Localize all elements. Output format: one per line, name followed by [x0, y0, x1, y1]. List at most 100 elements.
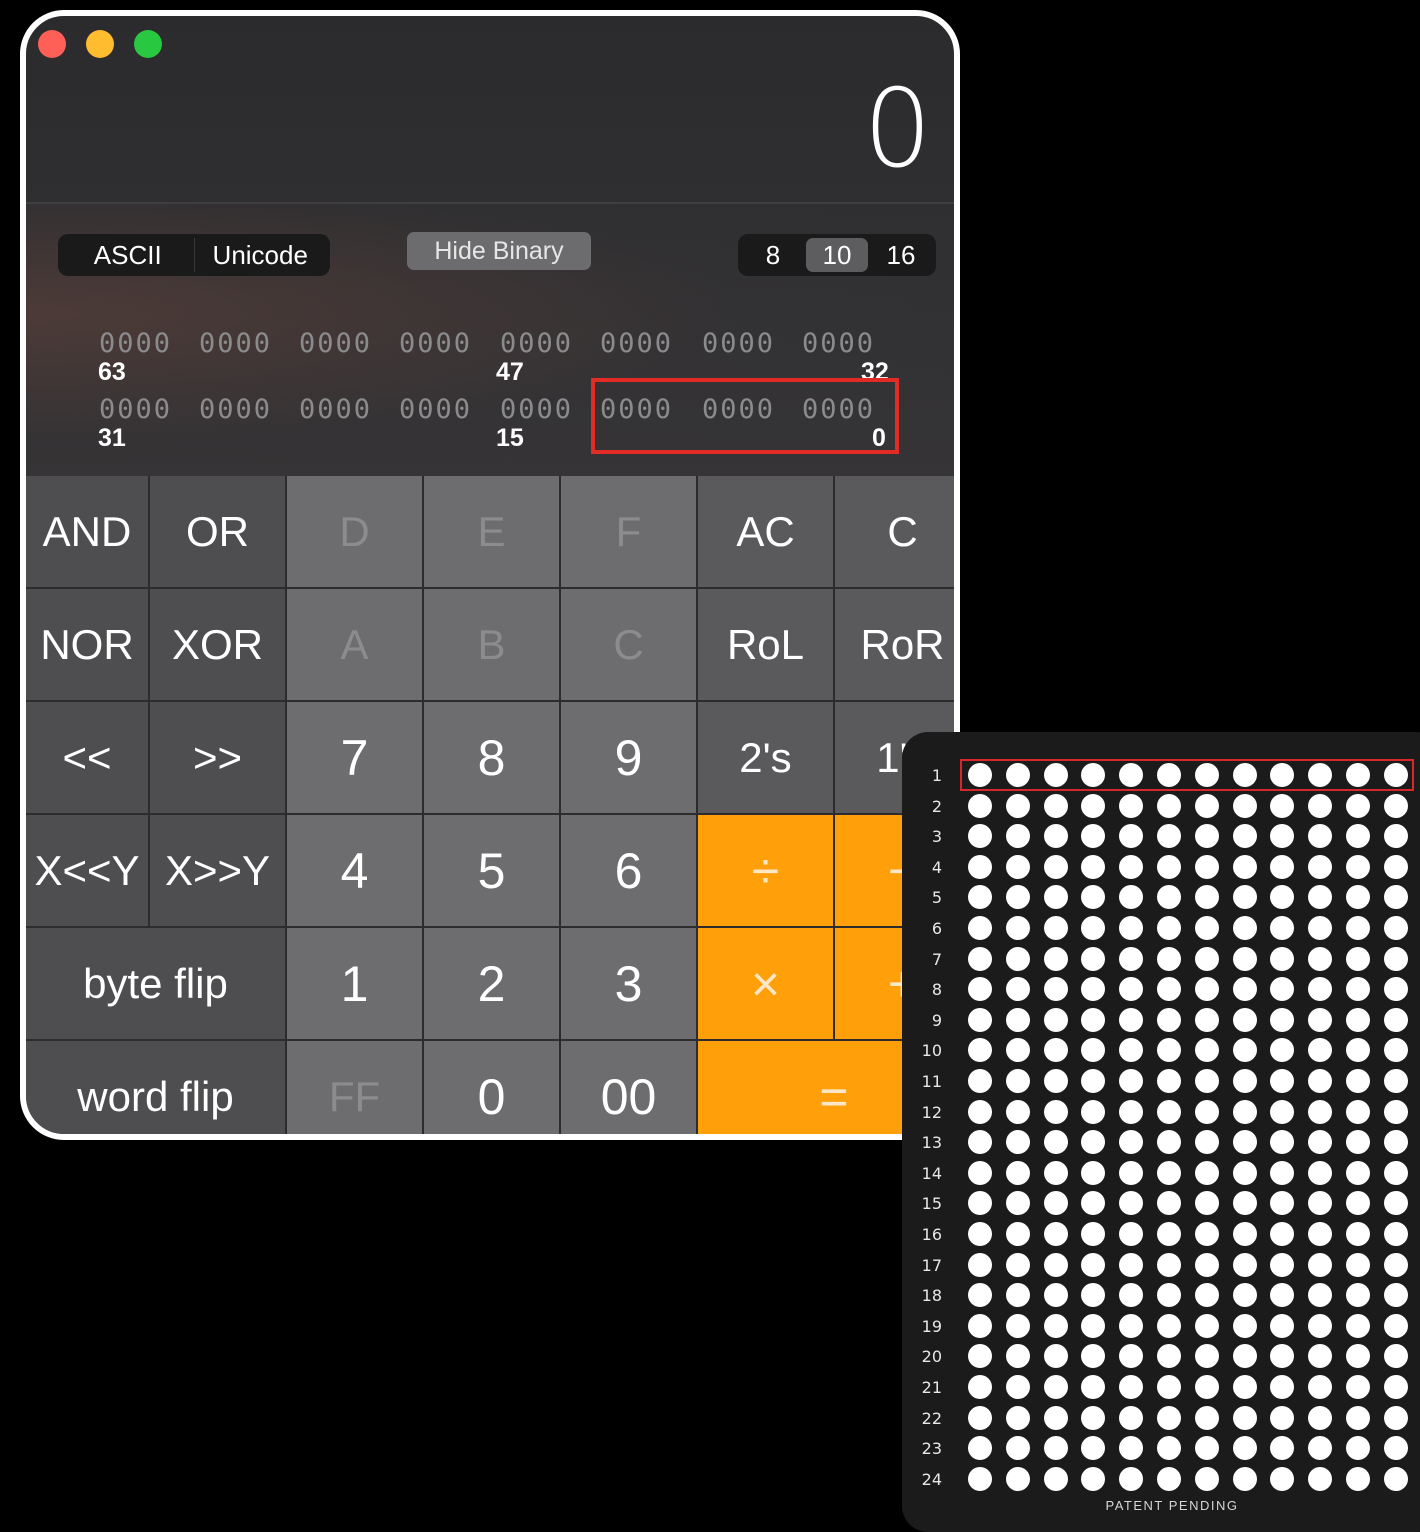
ac-key[interactable]: AC	[698, 476, 835, 589]
well	[1383, 885, 1408, 910]
bit-group[interactable]: 0000	[199, 394, 272, 425]
xshift-lefty-key[interactable]: X<<Y	[26, 815, 150, 928]
multiply-key[interactable]: ×	[698, 928, 835, 1041]
shift-left-key[interactable]: <<	[26, 702, 150, 815]
well	[1119, 916, 1144, 940]
base-10-option[interactable]: 10	[806, 238, 868, 272]
bit-group[interactable]: 0000	[500, 328, 573, 359]
well	[1308, 824, 1333, 849]
well	[1383, 1099, 1408, 1124]
bit-group[interactable]: 0000	[802, 328, 875, 359]
well	[1119, 977, 1144, 1002]
ff-key[interactable]: FF	[287, 1041, 424, 1134]
word-flip-key[interactable]: word flip	[26, 1041, 287, 1134]
shift-right-key[interactable]: >>	[150, 702, 287, 815]
well	[1081, 1130, 1106, 1155]
8-key[interactable]: 8	[424, 702, 561, 815]
minimize-window-button[interactable]	[86, 30, 114, 58]
well	[1194, 1466, 1219, 1491]
and-key[interactable]: AND	[26, 476, 150, 589]
zoom-window-button[interactable]	[134, 30, 162, 58]
well	[1119, 854, 1144, 879]
row-label: 7	[931, 949, 942, 969]
well	[1157, 824, 1181, 849]
c-key[interactable]: C	[561, 589, 698, 702]
row-label: 18	[921, 1286, 942, 1306]
7-key[interactable]: 7	[287, 702, 424, 815]
well	[1346, 946, 1370, 971]
ascii-option[interactable]: ASCII	[62, 238, 194, 272]
xor-key[interactable]: XOR	[150, 589, 287, 702]
bit-group[interactable]: 0000	[600, 328, 673, 359]
3-key[interactable]: 3	[561, 928, 698, 1041]
9-key[interactable]: 9	[561, 702, 698, 815]
well	[1308, 1252, 1333, 1277]
well	[1043, 1283, 1068, 1308]
bit-group[interactable]: 0000	[99, 394, 172, 425]
well	[1308, 977, 1333, 1002]
base-16-option[interactable]: 16	[870, 238, 932, 272]
well	[1157, 1466, 1181, 1491]
bit-group[interactable]: 0000	[199, 328, 272, 359]
unicode-option[interactable]: Unicode	[193, 238, 327, 272]
ror-key[interactable]: RoR	[835, 589, 954, 702]
well	[1119, 1160, 1144, 1185]
well	[1081, 1436, 1106, 1461]
well	[1119, 1436, 1144, 1461]
2-key[interactable]: 2	[424, 928, 561, 1041]
well	[1043, 1191, 1068, 1216]
bit-group[interactable]: 0000	[399, 328, 472, 359]
b-key[interactable]: B	[424, 589, 561, 702]
well	[1270, 1313, 1295, 1338]
1-key[interactable]: 1	[287, 928, 424, 1041]
rol-key[interactable]: RoL	[698, 589, 835, 702]
base-8-option[interactable]: 8	[742, 238, 804, 272]
row-label: 10	[921, 1041, 942, 1061]
well	[1157, 1099, 1181, 1124]
well	[1383, 1160, 1408, 1185]
well	[1157, 1436, 1181, 1461]
well	[1346, 1436, 1370, 1461]
well	[1308, 1436, 1333, 1461]
bit-group[interactable]: 0000	[299, 328, 372, 359]
c-key[interactable]: C	[835, 476, 954, 589]
well	[968, 1069, 992, 1093]
e-key[interactable]: E	[424, 476, 561, 589]
bit-group[interactable]: 0000	[299, 394, 372, 425]
well	[1270, 1160, 1295, 1185]
well	[1081, 1038, 1106, 1063]
bit-group[interactable]: 0000	[99, 328, 172, 359]
well	[1346, 1007, 1370, 1032]
well	[1043, 1405, 1068, 1430]
well	[1194, 1405, 1219, 1430]
4-key[interactable]: 4	[287, 815, 424, 928]
well	[1194, 1069, 1219, 1093]
well	[1308, 1313, 1333, 1338]
well	[1043, 1466, 1068, 1491]
well	[1270, 1283, 1295, 1308]
6-key[interactable]: 6	[561, 815, 698, 928]
well	[1308, 793, 1333, 818]
or-key[interactable]: OR	[150, 476, 287, 589]
well	[1043, 885, 1068, 910]
well	[968, 854, 992, 879]
0-key[interactable]: 0	[424, 1041, 561, 1134]
d-key[interactable]: D	[287, 476, 424, 589]
well	[968, 1375, 992, 1399]
close-window-button[interactable]	[38, 30, 66, 58]
bit-group[interactable]: 0000	[702, 328, 775, 359]
divide-key[interactable]: ÷	[698, 815, 835, 928]
row-label: 9	[931, 1010, 942, 1030]
bit-group[interactable]: 0000	[500, 394, 573, 425]
a-key[interactable]: A	[287, 589, 424, 702]
byte-flip-key[interactable]: byte flip	[26, 928, 287, 1041]
nor-key[interactable]: NOR	[26, 589, 150, 702]
xshift-righty-key[interactable]: X>>Y	[150, 815, 287, 928]
bit-group[interactable]: 0000	[399, 394, 472, 425]
5-key[interactable]: 5	[424, 815, 561, 928]
2s-key[interactable]: 2's	[698, 702, 835, 815]
f-key[interactable]: F	[561, 476, 698, 589]
hide-binary-button[interactable]: Hide Binary	[407, 232, 591, 270]
row-label: 1	[931, 766, 942, 785]
00-key[interactable]: 00	[561, 1041, 698, 1134]
